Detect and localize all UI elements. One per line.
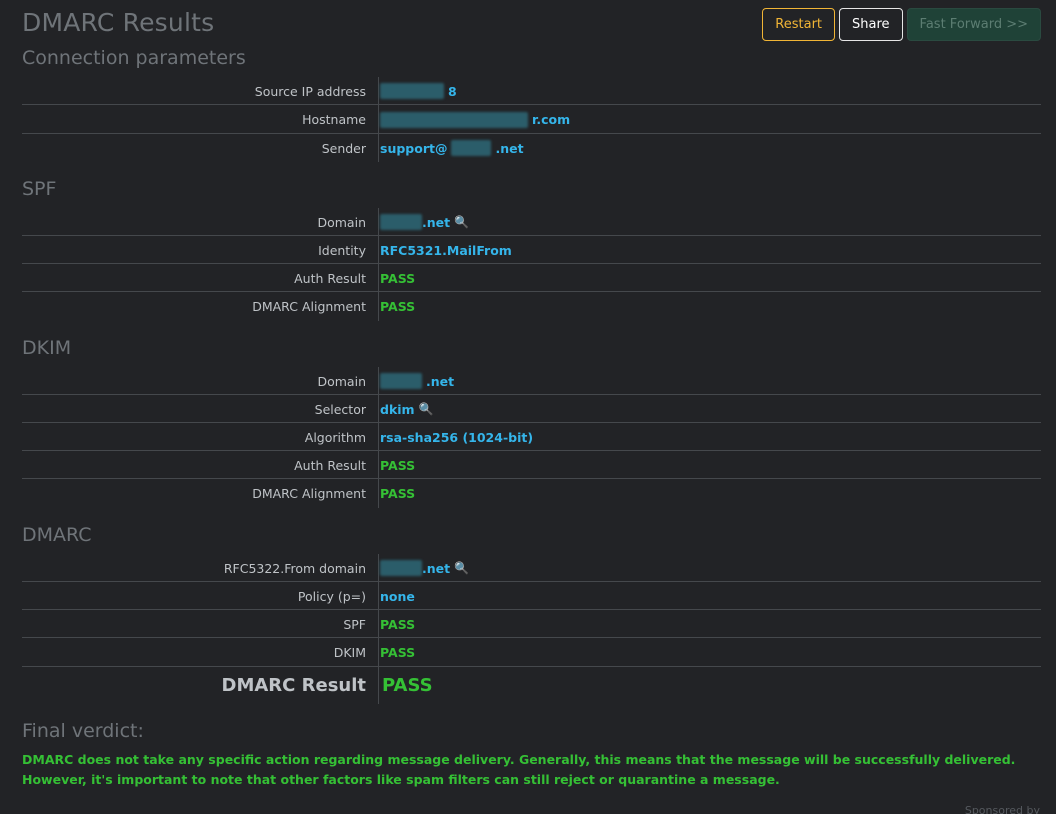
row-spf-identity: Identity RFC5321.MailFrom bbox=[22, 236, 1041, 264]
row-label: Auth Result bbox=[294, 457, 366, 473]
row-dkim-domain: Domain .net bbox=[22, 367, 1041, 395]
section-title-spf: SPF bbox=[22, 178, 57, 200]
row-value[interactable]: dkim 🔍 bbox=[372, 402, 434, 417]
row-spf-alignment: DMARC Alignment PASS bbox=[22, 292, 1041, 321]
row-dmarc-result: DMARC Result PASS bbox=[22, 667, 1041, 704]
dmarc-result-label: DMARC Result bbox=[221, 675, 367, 696]
row-source-ip: Source IP address 8 bbox=[22, 77, 1041, 105]
row-label: Auth Result bbox=[294, 270, 366, 286]
row-label: Hostname bbox=[302, 112, 366, 127]
verdict-text: DMARC does not take any specific action … bbox=[22, 752, 1016, 787]
toolbar: Restart Share Fast Forward >> bbox=[762, 8, 1041, 41]
share-button[interactable]: Share bbox=[839, 8, 903, 41]
restart-button[interactable]: Restart bbox=[762, 8, 836, 41]
redacted-text bbox=[380, 111, 528, 128]
row-label: DMARC Alignment bbox=[252, 299, 366, 314]
dmarc-results-page: DMARC Results Restart Share Fast Forward… bbox=[0, 0, 1056, 814]
row-label: Sender bbox=[321, 140, 366, 156]
row-label: RFC5322.From domain bbox=[223, 560, 366, 576]
row-sender: Sender support@ .net bbox=[22, 134, 1041, 162]
sponsored-label: Sponsored by bbox=[964, 804, 1040, 814]
row-value: RFC5321.MailFrom bbox=[380, 242, 512, 258]
row-label: Identity bbox=[318, 242, 366, 258]
section-title-connection: Connection parameters bbox=[22, 47, 246, 69]
row-dkim-alignment: DMARC Alignment PASS bbox=[22, 479, 1041, 508]
row-dkim-auth-result: Auth Result PASS bbox=[22, 451, 1041, 479]
row-value[interactable]: .net bbox=[372, 373, 454, 389]
row-dkim-algorithm: Algorithm rsa-sha256 (1024-bit) bbox=[22, 423, 1041, 451]
row-hostname: Hostname r.com bbox=[22, 105, 1041, 134]
row-dmarc-policy: Policy (p=) none bbox=[22, 582, 1041, 610]
row-label: Domain bbox=[317, 373, 366, 389]
row-spf-auth-result: Auth Result PASS bbox=[22, 264, 1041, 292]
row-value[interactable]: .net 🔍 bbox=[372, 214, 469, 230]
row-dkim-selector: Selector dkim 🔍 bbox=[22, 395, 1041, 423]
fast-forward-button[interactable]: Fast Forward >> bbox=[906, 8, 1041, 41]
row-dmarc-from-domain: RFC5322.From domain .net 🔍 bbox=[22, 554, 1041, 582]
search-icon[interactable]: 🔍 bbox=[454, 561, 469, 575]
dmarc-result-value: PASS bbox=[382, 675, 433, 696]
search-icon[interactable]: 🔍 bbox=[454, 215, 469, 229]
redacted-text bbox=[380, 560, 422, 576]
row-value[interactable]: r.com bbox=[372, 111, 570, 128]
row-dmarc-spf: SPF PASS bbox=[22, 610, 1041, 638]
row-label: Selector bbox=[314, 401, 366, 417]
redacted-text bbox=[380, 214, 422, 230]
redacted-text bbox=[380, 83, 444, 99]
section-title-dmarc: DMARC bbox=[22, 524, 92, 546]
row-value[interactable]: .net 🔍 bbox=[372, 560, 469, 576]
row-label: Domain bbox=[317, 214, 366, 230]
verdict-title: Final verdict: bbox=[22, 720, 144, 742]
row-value[interactable]: 8 bbox=[372, 83, 457, 99]
row-dmarc-dkim: DKIM PASS bbox=[22, 638, 1041, 667]
row-spf-domain: Domain .net 🔍 bbox=[22, 208, 1041, 236]
row-label: Algorithm bbox=[304, 429, 366, 445]
page-title: DMARC Results bbox=[22, 8, 215, 37]
redacted-text bbox=[380, 373, 422, 389]
row-label: Source IP address bbox=[254, 83, 366, 99]
row-value[interactable]: support@ .net bbox=[372, 140, 524, 156]
row-label: DMARC Alignment bbox=[252, 486, 366, 501]
row-value: rsa-sha256 (1024-bit) bbox=[380, 429, 534, 445]
row-label: Policy (p=) bbox=[297, 588, 366, 604]
redacted-text bbox=[451, 140, 492, 156]
search-icon[interactable]: 🔍 bbox=[419, 402, 434, 416]
section-title-dkim: DKIM bbox=[22, 337, 72, 359]
row-label: SPF bbox=[343, 616, 366, 632]
row-label: DKIM bbox=[333, 645, 366, 660]
